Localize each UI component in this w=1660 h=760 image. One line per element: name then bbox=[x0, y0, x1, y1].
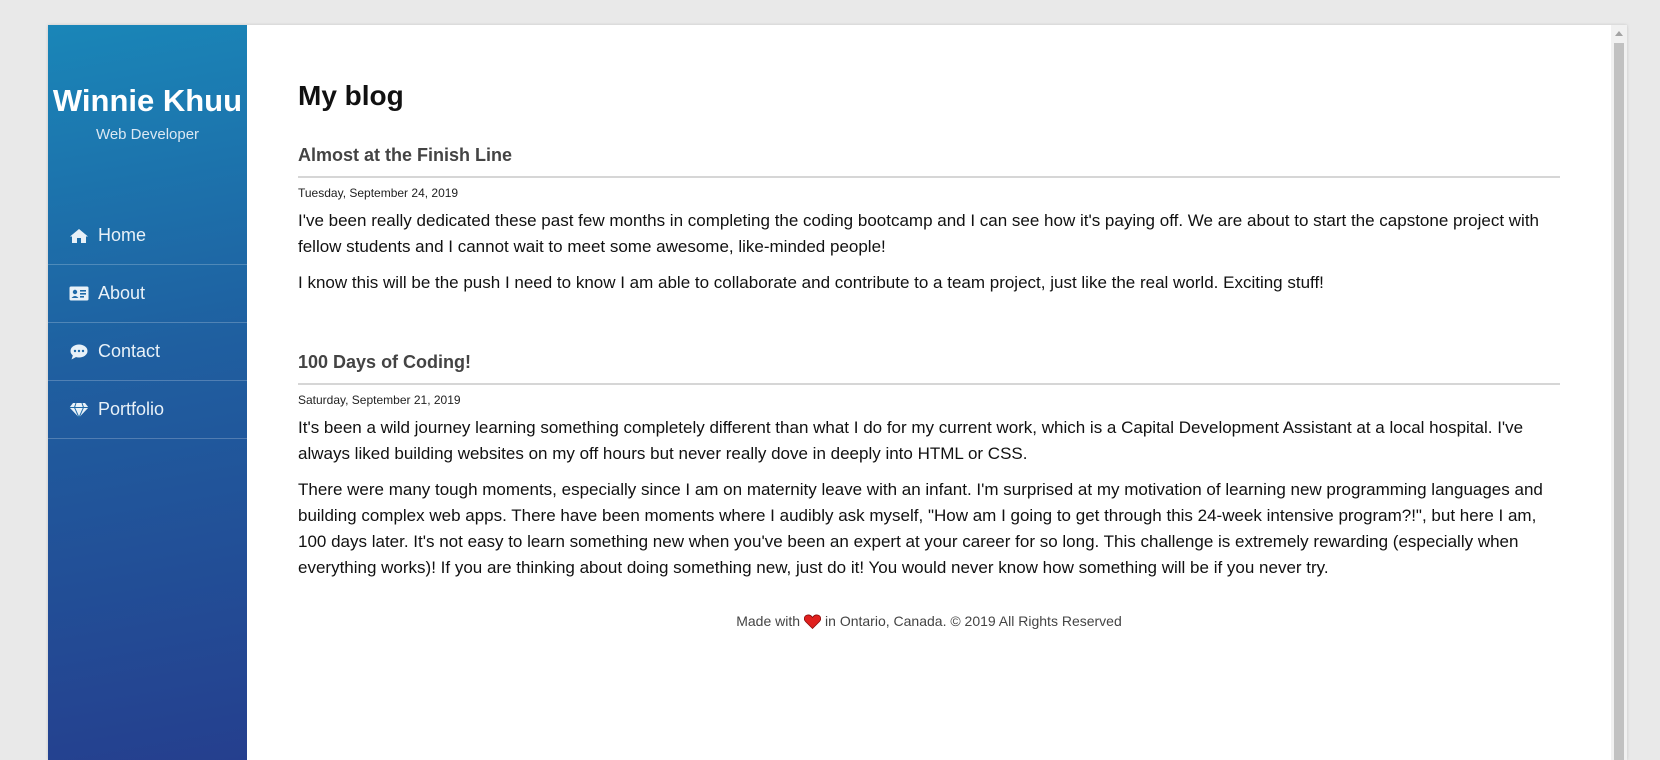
blog-post: 100 Days of Coding! Saturday, September … bbox=[298, 352, 1560, 581]
post-body: I've been really dedicated these past fe… bbox=[298, 208, 1560, 296]
blog-post: Almost at the Finish Line Tuesday, Septe… bbox=[298, 145, 1560, 296]
post-paragraph: There were many tough moments, especiall… bbox=[298, 480, 1543, 577]
site-owner-role: Web Developer bbox=[95, 126, 200, 143]
chat-icon bbox=[68, 342, 90, 362]
sidebar-item-label: Home bbox=[98, 225, 147, 245]
post-title: Almost at the Finish Line bbox=[298, 145, 1560, 178]
sidebar-item-portfolio[interactable]: Portfolio bbox=[48, 381, 247, 439]
footer-made-with: Made with bbox=[736, 613, 801, 629]
vertical-scrollbar[interactable] bbox=[1611, 25, 1627, 760]
post-paragraph: I've been really dedicated these past fe… bbox=[298, 211, 1539, 256]
site-owner-name: Winnie Khuu bbox=[52, 83, 243, 118]
sidebar-item-home[interactable]: Home bbox=[48, 207, 247, 265]
home-icon bbox=[68, 226, 90, 246]
post-date: Tuesday, September 24, 2019 bbox=[298, 186, 459, 200]
post-paragraph: I know this will be the push I need to k… bbox=[298, 273, 1324, 292]
browser-window: Winnie Khuu Web Developer Home About Con… bbox=[48, 25, 1627, 760]
post-title: 100 Days of Coding! bbox=[298, 352, 1560, 385]
post-body: It's been a wild journey learning someth… bbox=[298, 415, 1560, 581]
sidebar-item-label: Portfolio bbox=[98, 399, 165, 419]
footer-location: in Ontario, Canada. © 2019 All Rights Re… bbox=[825, 613, 1122, 629]
heart-icon bbox=[803, 614, 822, 632]
scrollbar-thumb[interactable] bbox=[1614, 43, 1624, 760]
scroll-up-arrow-icon[interactable] bbox=[1611, 25, 1627, 42]
sidebar: Winnie Khuu Web Developer Home About Con… bbox=[48, 25, 247, 760]
page-title: My blog bbox=[298, 80, 404, 111]
page-footer: Made with in Ontario, Canada. © 2019 All … bbox=[298, 613, 1560, 632]
sidebar-item-label: Contact bbox=[98, 341, 161, 361]
sidebar-item-about[interactable]: About bbox=[48, 265, 247, 323]
sidebar-item-label: About bbox=[98, 283, 146, 303]
sidebar-item-contact[interactable]: Contact bbox=[48, 323, 247, 381]
id-card-icon bbox=[68, 284, 90, 304]
post-paragraph: It's been a wild journey learning someth… bbox=[298, 418, 1524, 463]
sidebar-nav: Home About Contact Portfolio bbox=[48, 207, 247, 439]
post-date: Saturday, September 21, 2019 bbox=[298, 393, 461, 407]
diamond-icon bbox=[68, 400, 90, 420]
